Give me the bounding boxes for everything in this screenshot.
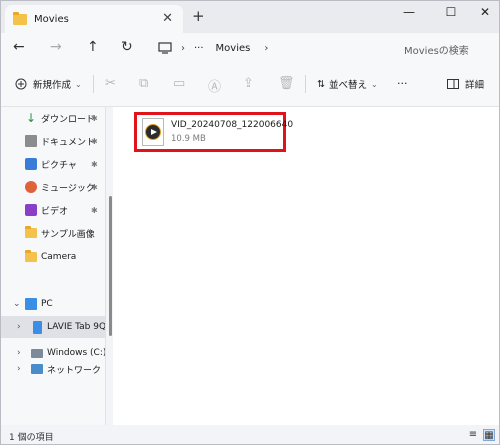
sidebar-item-music[interactable]: ミュージック ✱ bbox=[1, 176, 105, 198]
sidebar-item-downloads[interactable]: ↓ ダウンロード ✱ bbox=[1, 107, 105, 129]
copy-icon[interactable]: ⧉ bbox=[139, 76, 148, 91]
expand-chevron-icon[interactable]: › bbox=[17, 322, 21, 332]
divider bbox=[93, 75, 94, 93]
play-icon bbox=[145, 124, 161, 140]
sidebar-item-documents[interactable]: ドキュメント ✱ bbox=[1, 130, 105, 152]
sidebar-item-label: サンプル画像 bbox=[41, 229, 95, 240]
maximize-button[interactable]: ☐ bbox=[441, 5, 461, 19]
details-view-button[interactable]: ≡ bbox=[467, 429, 479, 441]
breadcrumb-chevron: › bbox=[181, 42, 185, 54]
back-button[interactable]: ← bbox=[13, 39, 25, 55]
sidebar-item-pc[interactable]: ⌄ PC bbox=[1, 293, 105, 315]
trash-icon[interactable]: 🗑 bbox=[278, 76, 295, 91]
network-icon bbox=[31, 364, 43, 374]
sidebar-item-label: ピクチャ bbox=[41, 160, 77, 171]
sort-button-label: 並べ替え bbox=[328, 80, 367, 91]
collapse-chevron-icon[interactable]: ⌄ bbox=[13, 299, 21, 309]
sidebar-item-pictures[interactable]: ピクチャ ✱ bbox=[1, 153, 105, 175]
sidebar-item-label: Windows (C:) bbox=[47, 348, 105, 358]
sidebar-item-label: ネットワーク bbox=[47, 365, 102, 376]
music-icon bbox=[25, 181, 37, 193]
paste-icon[interactable]: ▭ bbox=[173, 76, 185, 91]
sidebar-item-network[interactable]: › ネットワーク bbox=[1, 358, 105, 380]
file-size: 10.9 MB bbox=[171, 134, 206, 144]
address-bar[interactable]: › ··· Movies › bbox=[152, 37, 384, 59]
navigation-scrollbar[interactable] bbox=[109, 196, 112, 336]
monitor-icon bbox=[158, 42, 172, 54]
tab-title: Movies bbox=[34, 13, 69, 25]
sidebar-item-label: ビデオ bbox=[41, 206, 69, 217]
navigation-bar: ← → ↑ ↻ › ··· Movies › Moviesの検索 bbox=[1, 33, 499, 63]
tablet-icon bbox=[33, 320, 42, 334]
file-explorer-window: Movies ✕ + — ☐ ✕ ← → ↑ ↻ › ··· Movies › … bbox=[0, 0, 500, 445]
folder-icon bbox=[25, 226, 37, 239]
breadcrumb-current-folder[interactable]: Movies bbox=[216, 43, 251, 54]
details-pane-button[interactable]: 詳細 bbox=[447, 77, 484, 91]
sidebar-item-device[interactable]: › LAVIE Tab 9QHD1 bbox=[1, 316, 105, 338]
file-item[interactable]: VID_20240708_122006640 10.9 MB bbox=[134, 112, 293, 152]
tiles-view-button[interactable]: ▦ bbox=[483, 429, 495, 441]
details-pane-icon bbox=[447, 79, 459, 89]
breadcrumb-more[interactable]: ··· bbox=[194, 43, 204, 54]
pane-divider[interactable] bbox=[105, 107, 106, 425]
pictures-icon bbox=[25, 158, 37, 170]
cut-icon[interactable]: ✂ bbox=[105, 76, 116, 91]
file-list: VID_20240708_122006640 10.9 MB bbox=[113, 107, 499, 425]
pin-icon: ✱ bbox=[91, 205, 98, 215]
pin-icon: ✱ bbox=[91, 182, 98, 192]
refresh-button[interactable]: ↻ bbox=[121, 39, 133, 55]
drive-icon bbox=[31, 348, 43, 358]
folder-icon bbox=[25, 250, 37, 263]
divider bbox=[305, 75, 306, 93]
plus-circle-icon bbox=[15, 78, 27, 90]
folder-icon bbox=[13, 11, 27, 25]
search-input[interactable]: Moviesの検索 bbox=[395, 37, 497, 59]
rename-icon[interactable]: Ⓐ bbox=[208, 76, 221, 95]
video-file-icon bbox=[142, 118, 164, 146]
title-bar: Movies ✕ + — ☐ ✕ bbox=[1, 1, 499, 33]
pin-icon: ✱ bbox=[91, 113, 98, 123]
sidebar-item-label: Camera bbox=[41, 252, 77, 262]
new-tab-button[interactable]: + bbox=[192, 7, 205, 25]
video-icon bbox=[25, 204, 37, 216]
sidebar-item-label: ドキュメント bbox=[41, 137, 96, 148]
details-button-label: 詳細 bbox=[465, 80, 485, 91]
up-button[interactable]: ↑ bbox=[87, 39, 99, 55]
breadcrumb-chevron: › bbox=[264, 42, 269, 54]
sidebar-item-label: ダウンロード bbox=[41, 114, 96, 125]
item-count: 1 個の項目 bbox=[9, 433, 54, 443]
download-arrow-icon: ↓ bbox=[25, 111, 37, 125]
forward-button[interactable]: → bbox=[50, 39, 62, 55]
more-options-button[interactable]: ··· bbox=[397, 77, 408, 90]
sidebar-item-videos[interactable]: ビデオ ✱ bbox=[1, 199, 105, 221]
new-button-label: 新規作成 bbox=[33, 80, 72, 91]
chevron-down-icon: ⌄ bbox=[370, 79, 378, 89]
sidebar-item-label: ミュージック bbox=[41, 183, 95, 194]
pc-icon bbox=[25, 298, 37, 310]
command-bar: 新規作成 ⌄ ✂ ⧉ ▭ Ⓐ ⇪ 🗑 ⇅ 並べ替え ⌄ ··· 詳細 bbox=[1, 63, 499, 107]
document-icon bbox=[25, 135, 37, 147]
minimize-button[interactable]: — bbox=[399, 5, 419, 19]
sidebar-item-sample-pictures[interactable]: サンプル画像 bbox=[1, 222, 105, 244]
chevron-down-icon: ⌄ bbox=[75, 79, 82, 89]
navigation-pane: ↓ ダウンロード ✱ ドキュメント ✱ ピクチャ ✱ ミュージック ✱ ビデオ … bbox=[1, 107, 105, 425]
pin-icon: ✱ bbox=[91, 159, 98, 169]
expand-chevron-icon[interactable]: › bbox=[17, 348, 21, 358]
tab-close-button[interactable]: ✕ bbox=[162, 11, 173, 26]
share-icon[interactable]: ⇪ bbox=[243, 76, 254, 91]
sidebar-item-label: PC bbox=[41, 299, 53, 309]
expand-chevron-icon[interactable]: › bbox=[17, 364, 21, 374]
pin-icon: ✱ bbox=[91, 136, 98, 146]
new-button[interactable]: 新規作成 ⌄ bbox=[15, 77, 82, 91]
status-bar: 1 個の項目 ≡ ▦ bbox=[1, 425, 499, 444]
sidebar-item-camera[interactable]: Camera bbox=[1, 246, 105, 268]
close-window-button[interactable]: ✕ bbox=[475, 5, 495, 19]
sort-button[interactable]: ⇅ 並べ替え ⌄ bbox=[317, 77, 378, 92]
sort-icon: ⇅ bbox=[317, 78, 325, 90]
tab-movies[interactable]: Movies ✕ bbox=[5, 5, 183, 33]
sidebar-item-label: LAVIE Tab 9QHD1 bbox=[47, 322, 105, 332]
file-name: VID_20240708_122006640 bbox=[171, 120, 294, 130]
